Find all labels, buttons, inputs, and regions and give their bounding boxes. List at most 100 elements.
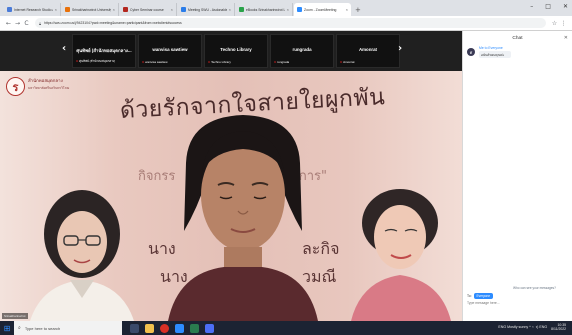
browser-tab[interactable]: Cyber Seminar course × <box>120 3 177 16</box>
participant-caption: ⧉Amonrat <box>340 60 355 64</box>
forward-icon[interactable]: → <box>13 20 22 27</box>
tab-favicon-icon <box>181 7 186 12</box>
tab-label: Meeting SWU - Asdonalds <box>188 7 227 12</box>
shared-video: ร สำนักหอสมุดกลาง มหาวิทยาลัยศรีนครินทรว… <box>0 71 462 321</box>
strip-prev-button[interactable]: ‹ <box>62 43 66 54</box>
reload-icon[interactable]: C <box>22 20 31 27</box>
left-portrait-illustration <box>30 190 134 321</box>
tab-close-icon[interactable]: × <box>55 7 57 12</box>
participant-name: Techno Library <box>220 47 252 52</box>
participant-strip: ‹ ศุนทิพย์ (สำนักหอสมุดกลาง... ⧉ศุนทิพย์ … <box>0 31 462 71</box>
taskbar-search-placeholder: Type here to search <box>24 325 61 331</box>
tab-label: eBooks Srinakharinwirot Librar <box>246 7 285 12</box>
browser-tab[interactable]: eBooks Srinakharinwirot Librar× <box>236 3 293 16</box>
participant-caption: ⧉wanvisa sawtiew <box>142 60 168 64</box>
presenter-name-tag: Srinakharinwirot <box>2 313 28 319</box>
chat-visibility-link[interactable]: Who can see your messages? <box>513 286 556 290</box>
muted-mic-icon: ⧉ <box>340 60 343 64</box>
tab-favicon-icon <box>239 7 244 12</box>
participant-caption-text: ศุนทิพย์ (สำนักหอสมุดกลาง) <box>79 59 116 63</box>
tab-favicon-icon <box>7 7 12 12</box>
participant-tile[interactable]: wanvisa sawtiew ⧉wanvisa sawtiew <box>138 34 202 68</box>
tab-label: Internet Research Studio Author <box>14 7 53 12</box>
participant-name: Amonrat <box>358 47 378 52</box>
taskbar-search-box[interactable]: ⌕ Type here to search <box>14 321 122 335</box>
tab-favicon-icon <box>123 7 128 12</box>
clock-date: 8/11/2022 <box>551 327 566 332</box>
participant-caption-text: Amonrat <box>343 60 355 64</box>
screen: Internet Research Studio Author×Srinakha… <box>0 0 572 335</box>
participant-tile[interactable]: Techno Library ⧉Techno Library <box>204 34 268 68</box>
chat-message-sender: Me to Everyone <box>479 46 503 50</box>
taskbar-pinned-apps <box>130 323 214 333</box>
chrome-icon[interactable] <box>160 323 169 333</box>
tab-close-icon[interactable]: × <box>171 7 173 12</box>
maximize-icon[interactable]: □ <box>545 3 551 10</box>
tab-label: Cyber Seminar course <box>130 7 164 12</box>
browser-tab[interactable]: Zoom - ZoomMeeting × <box>294 3 351 16</box>
browser-menu-icon[interactable]: ⋮ <box>559 20 568 27</box>
taskbar-clock[interactable]: 10:35 8/11/2022 <box>551 323 566 332</box>
participant-name: wanvisa sawtiew <box>152 47 188 52</box>
muted-mic-icon: ⧉ <box>76 59 79 63</box>
presenter-video <box>168 115 318 321</box>
chat-close-icon[interactable]: ✕ <box>564 35 568 41</box>
participant-caption-text: wanvisa sawtiew <box>145 60 168 64</box>
chat-message: อนันต์ขอบคุณค่ะ <box>479 51 511 58</box>
url-field[interactable]: 🔒︎ https://swu.zoom.us/j/9423104?pwd=mee… <box>35 18 546 28</box>
lock-icon: 🔒︎ <box>39 20 42 26</box>
participant-tile[interactable]: Amonrat ⧉Amonrat <box>336 34 400 68</box>
close-window-icon[interactable]: ✕ <box>563 3 568 10</box>
chat-to-label: To: <box>467 294 472 298</box>
browser-tab[interactable]: Meeting SWU - Asdonalds × <box>178 3 235 16</box>
bookmark-star-icon[interactable]: ☆ <box>550 20 559 27</box>
participant-tile[interactable]: rungrada ⧉rungrada <box>270 34 334 68</box>
participant-caption: ⧉Techno Library <box>208 60 231 64</box>
org-sub-text: มหาวิทยาลัยศรีนครินทรวิโรฒ <box>28 86 70 90</box>
chat-panel: Chat ✕ ศ Me to Everyone อนันต์ขอบคุณค่ะ … <box>462 31 572 321</box>
address-bar: ← → C 🔒︎ https://swu.zoom.us/j/9423104?p… <box>0 16 572 31</box>
word-icon[interactable] <box>205 323 214 333</box>
system-tray: ENG Mostly sunny ^ ⌁ ◑) ENG 10:35 8/11/2… <box>498 323 566 332</box>
chat-avatar: ศ <box>467 48 475 56</box>
slide-organization: สำนักหอสมุดกลาง มหาวิทยาลัยศรีนครินทรวิโ… <box>28 79 69 91</box>
window-controls: – □ ✕ <box>530 3 568 10</box>
participant-name: rungrada <box>292 47 312 52</box>
zoom-icon[interactable] <box>175 323 184 333</box>
minimize-icon[interactable]: – <box>530 3 533 10</box>
right-portrait-illustration <box>351 189 451 321</box>
participant-caption-text: rungrada <box>277 60 290 64</box>
browser-tab[interactable]: Internet Research Studio Author× <box>4 3 61 16</box>
tab-close-icon[interactable]: × <box>346 7 348 12</box>
participant-caption: ⧉ศุนทิพย์ (สำนักหอสมุดกลาง) <box>76 59 115 64</box>
participant-caption: ⧉rungrada <box>274 60 289 64</box>
browser-tab[interactable]: Srinakharinwirot University - ar× <box>62 3 119 16</box>
tab-favicon-icon <box>65 7 70 12</box>
app-icon[interactable] <box>190 323 199 333</box>
windows-taskbar: ⊞ ⌕ Type here to search ENG Mostly sunny… <box>0 321 572 335</box>
tab-close-icon[interactable]: × <box>229 7 231 12</box>
tab-close-icon[interactable]: × <box>287 7 289 12</box>
new-tab-button[interactable]: + <box>355 6 361 14</box>
muted-mic-icon: ⧉ <box>208 60 211 64</box>
muted-mic-icon: ⧉ <box>274 60 277 64</box>
tab-label: Srinakharinwirot University - ar <box>72 7 111 12</box>
chat-title: Chat <box>512 36 523 41</box>
search-icon: ⌕ <box>18 325 21 331</box>
tray-status[interactable]: ENG Mostly sunny ^ ⌁ ◑) ENG <box>498 325 547 329</box>
library-seal-logo: ร <box>6 77 25 96</box>
participant-caption-text: Techno Library <box>211 60 231 64</box>
chat-message-input[interactable] <box>467 299 567 307</box>
task-view-icon[interactable] <box>130 323 139 333</box>
participant-name: ศุนทิพย์ (สำนักหอสมุดกลาง... <box>76 48 132 53</box>
browser-tabbar: Internet Research Studio Author×Srinakha… <box>0 0 572 16</box>
windows-start-icon[interactable]: ⊞ <box>0 321 14 335</box>
url-text: https://swu.zoom.us/j/9423104?pwd=meetin… <box>44 21 182 25</box>
back-icon[interactable]: ← <box>4 20 13 27</box>
strip-next-button[interactable]: › <box>398 43 402 54</box>
muted-mic-icon: ⧉ <box>142 60 145 64</box>
tab-close-icon[interactable]: × <box>113 7 115 12</box>
file-explorer-icon[interactable] <box>145 323 154 333</box>
participant-tile[interactable]: ศุนทิพย์ (สำนักหอสมุดกลาง... ⧉ศุนทิพย์ (ส… <box>72 34 136 68</box>
meeting-area: ‹ ศุนทิพย์ (สำนักหอสมุดกลาง... ⧉ศุนทิพย์ … <box>0 31 462 321</box>
